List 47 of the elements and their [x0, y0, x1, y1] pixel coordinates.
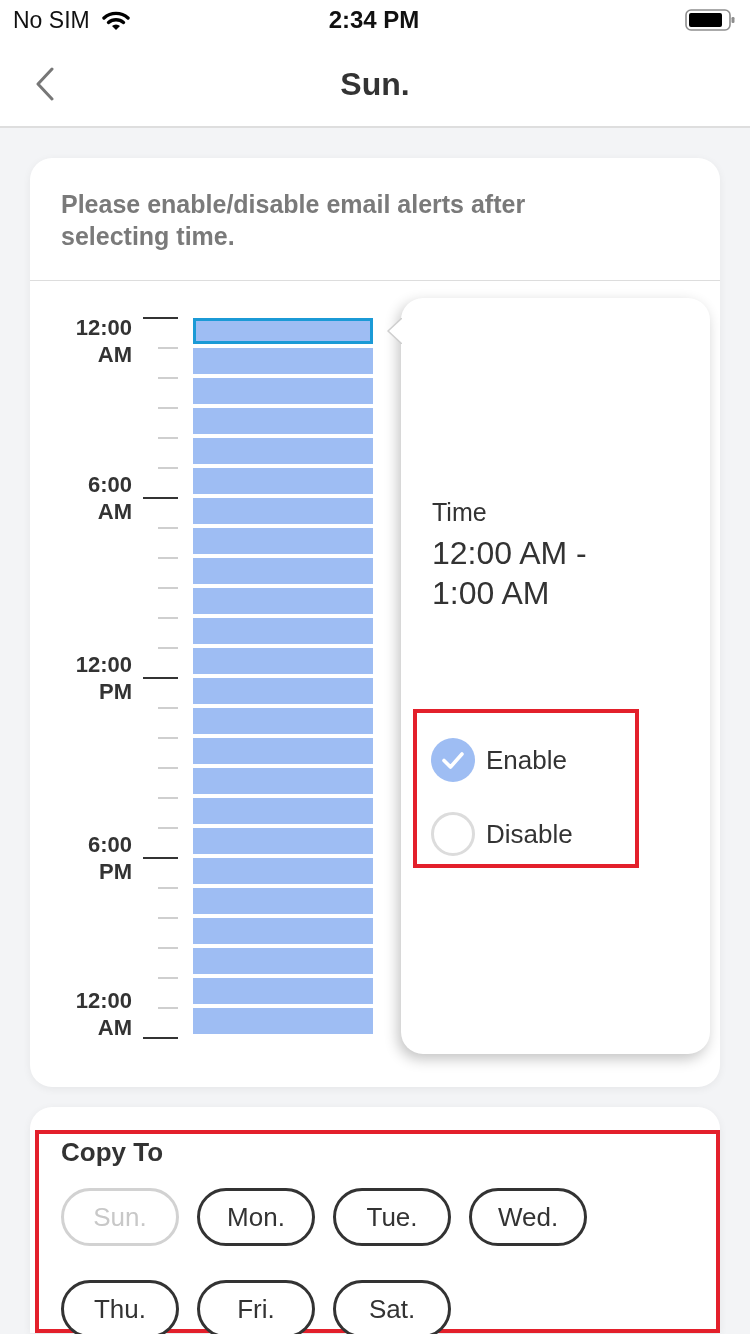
time-slot[interactable]	[193, 378, 373, 404]
carrier-text: No SIM	[13, 6, 90, 34]
time-label: 6:00 PM	[86, 831, 132, 885]
day-button[interactable]: Fri.	[197, 1280, 315, 1334]
time-label: 12:00 PM	[74, 651, 132, 705]
time-slot[interactable]	[193, 828, 373, 854]
time-label: 12:00 AM	[74, 314, 132, 368]
time-slot[interactable]	[193, 768, 373, 794]
time-slot[interactable]	[193, 888, 373, 914]
time-slot[interactable]	[193, 678, 373, 704]
day-button[interactable]: Sat.	[333, 1280, 451, 1334]
time-slot[interactable]	[193, 918, 373, 944]
section-title: Copy To	[61, 1137, 165, 1167]
time-slot[interactable]	[193, 948, 373, 974]
day-button[interactable]: Thu.	[61, 1280, 179, 1334]
time-slot[interactable]	[193, 708, 373, 734]
time-slot[interactable]	[193, 468, 373, 494]
time-slot[interactable]	[193, 408, 373, 434]
back-icon[interactable]	[35, 67, 55, 101]
time-slot[interactable]	[193, 858, 373, 884]
time-label-text: Time	[431, 497, 488, 527]
time-slot[interactable]	[193, 588, 373, 614]
time-slot[interactable]	[193, 618, 373, 644]
time-slot[interactable]	[193, 558, 373, 584]
time-slot[interactable]	[193, 528, 373, 554]
wifi-icon	[101, 9, 130, 31]
time-slot[interactable]	[193, 438, 373, 464]
time-slot[interactable]	[193, 318, 373, 344]
page-title: Sun.	[340, 65, 410, 103]
day-button[interactable]: Mon.	[197, 1188, 315, 1246]
time-slot[interactable]	[193, 798, 373, 824]
time-slot[interactable]	[193, 648, 373, 674]
time-label: 12:00 AM	[74, 987, 132, 1041]
battery-icon	[685, 9, 735, 31]
time-slot[interactable]	[193, 738, 373, 764]
radio-option[interactable]: Enable	[431, 738, 567, 782]
radio-option[interactable]: Disable	[431, 812, 573, 856]
time-slot[interactable]	[193, 1008, 373, 1034]
time-slot[interactable]	[193, 348, 373, 374]
day-button[interactable]: Wed.	[469, 1188, 587, 1246]
time-range-text: 12:00 AM - 1:00 AM	[431, 534, 588, 613]
clock-text: 2:34 PM	[328, 6, 420, 34]
time-slot[interactable]	[193, 498, 373, 524]
day-button[interactable]: Tue.	[333, 1188, 451, 1246]
time-slot[interactable]	[193, 978, 373, 1004]
time-label: 6:00 AM	[86, 471, 132, 525]
instruction-text: Please enable/disable email alerts after selecting time.	[30, 158, 720, 281]
